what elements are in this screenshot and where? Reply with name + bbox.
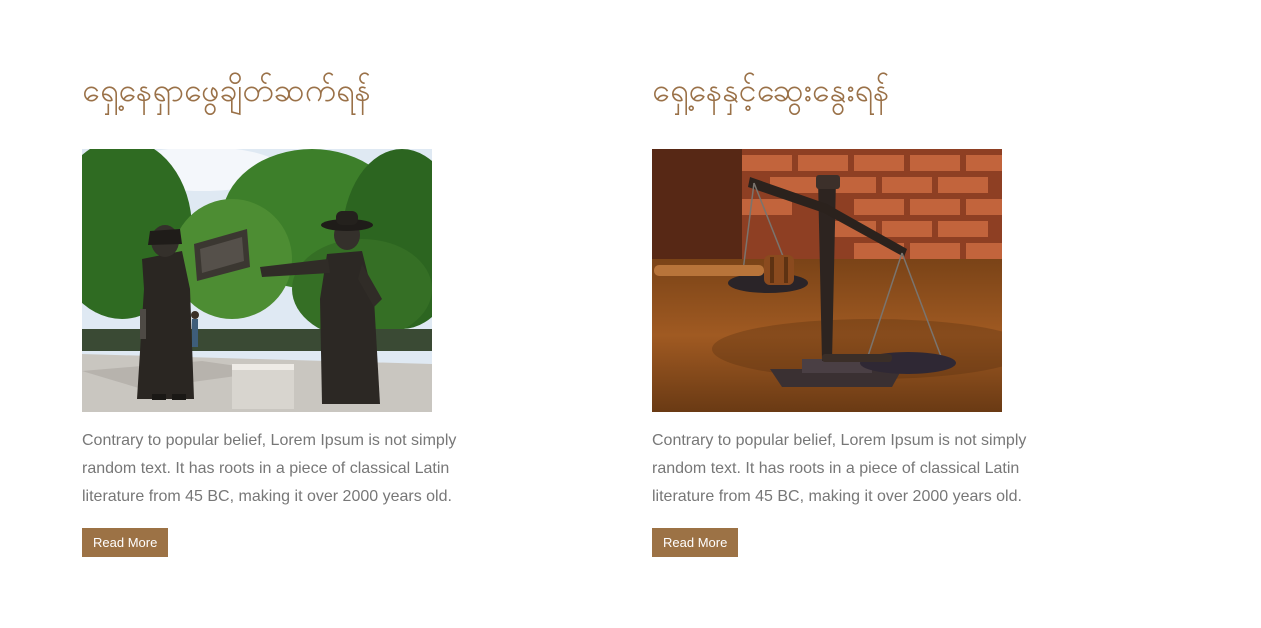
card-description: Contrary to popular belief, Lorem Ipsum … [652, 432, 1027, 505]
read-more-button[interactable]: Read More [652, 528, 739, 557]
scales-of-justice-photo [652, 149, 1002, 412]
read-more-button[interactable]: Read More [82, 528, 169, 557]
card-description: Contrary to popular belief, Lorem Ipsum … [82, 432, 457, 505]
statue-photo [82, 149, 432, 412]
card-title: ရှေ့နေနှင့်ဆွေးနွေးရန် [652, 71, 890, 109]
services-section: ရှေ့နေရှာဖွေချိတ်ဆက်ရန် Contrary to popu… [0, 0, 1261, 628]
card-title: ရှေ့နေရှာဖွေချိတ်ဆက်ရန် [82, 71, 371, 109]
